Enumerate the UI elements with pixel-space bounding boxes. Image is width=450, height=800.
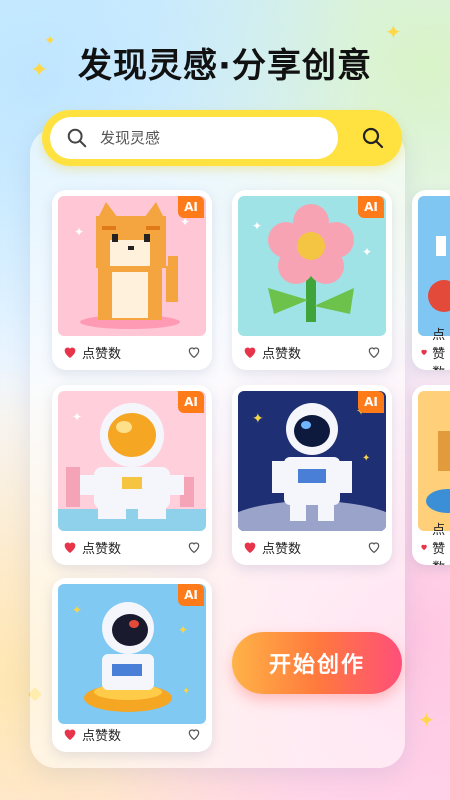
sparkle-icon: ✦: [418, 708, 435, 732]
svg-text:✦: ✦: [72, 410, 82, 424]
card-footer: 点赞数: [242, 342, 382, 362]
ai-badge: AI: [178, 584, 204, 606]
like-label: 点赞数: [82, 728, 122, 744]
artwork-image: [418, 391, 450, 531]
ai-badge: AI: [178, 196, 204, 218]
card-footer: 点赞数: [420, 328, 450, 370]
artwork-card[interactable]: 点赞数: [412, 190, 450, 370]
svg-text:✦: ✦: [362, 453, 370, 464]
ai-badge: AI: [358, 391, 384, 413]
svg-text:✦: ✦: [252, 411, 264, 427]
heart-icon: [421, 349, 427, 356]
svg-text:✦: ✦: [362, 245, 372, 259]
heart-icon: [421, 544, 427, 551]
artwork-card[interactable]: ✦ ✦ AI 点赞数: [232, 190, 392, 370]
artwork-card[interactable]: ✦ ✦ AI 点赞数: [52, 190, 212, 370]
page-title: 发现灵感·分享创意: [78, 46, 372, 86]
search-input[interactable]: [100, 129, 320, 147]
like-button-icon[interactable]: [366, 539, 382, 555]
svg-text:✦: ✦: [178, 623, 188, 637]
svg-text:✦: ✦: [74, 225, 84, 239]
svg-text:✦: ✦: [252, 219, 262, 233]
like-button-icon[interactable]: [186, 344, 202, 360]
artwork-image: [418, 196, 450, 336]
heart-icon: [244, 347, 256, 358]
artwork-card[interactable]: ✦ ✦ ✦ AI 点赞数: [52, 578, 212, 752]
artwork-card[interactable]: ✦ AI 点赞数: [52, 385, 212, 565]
heart-icon: [64, 729, 76, 740]
search-icon: [67, 128, 87, 148]
card-footer: 点赞数: [420, 523, 450, 565]
card-footer: 点赞数: [62, 342, 202, 362]
like-label: 点赞数: [262, 541, 302, 557]
search-field[interactable]: [50, 117, 338, 159]
heart-icon: [64, 347, 76, 358]
artwork-card[interactable]: 点赞数: [412, 385, 450, 565]
like-label: 点赞数: [432, 327, 446, 371]
search-bar: [42, 110, 402, 166]
search-button[interactable]: [354, 119, 392, 157]
like-label: 点赞数: [82, 346, 122, 362]
artwork-card[interactable]: ✦ ✦ ✦ AI 点赞数: [232, 385, 392, 565]
like-button-icon[interactable]: [186, 539, 202, 555]
heart-icon: [244, 542, 256, 553]
card-footer: 点赞数: [62, 724, 202, 744]
start-create-button[interactable]: 开始创作: [232, 632, 402, 694]
like-label: 点赞数: [432, 522, 446, 566]
heart-icon: [64, 542, 76, 553]
like-label: 点赞数: [82, 541, 122, 557]
svg-text:✦: ✦: [182, 686, 190, 697]
search-icon: [362, 127, 384, 149]
svg-text:✦: ✦: [72, 603, 82, 617]
ai-badge: AI: [178, 391, 204, 413]
like-label: 点赞数: [262, 346, 302, 362]
like-button-icon[interactable]: [186, 726, 202, 742]
card-footer: 点赞数: [242, 537, 382, 557]
like-button-icon[interactable]: [366, 344, 382, 360]
card-footer: 点赞数: [62, 537, 202, 557]
ai-badge: AI: [358, 196, 384, 218]
